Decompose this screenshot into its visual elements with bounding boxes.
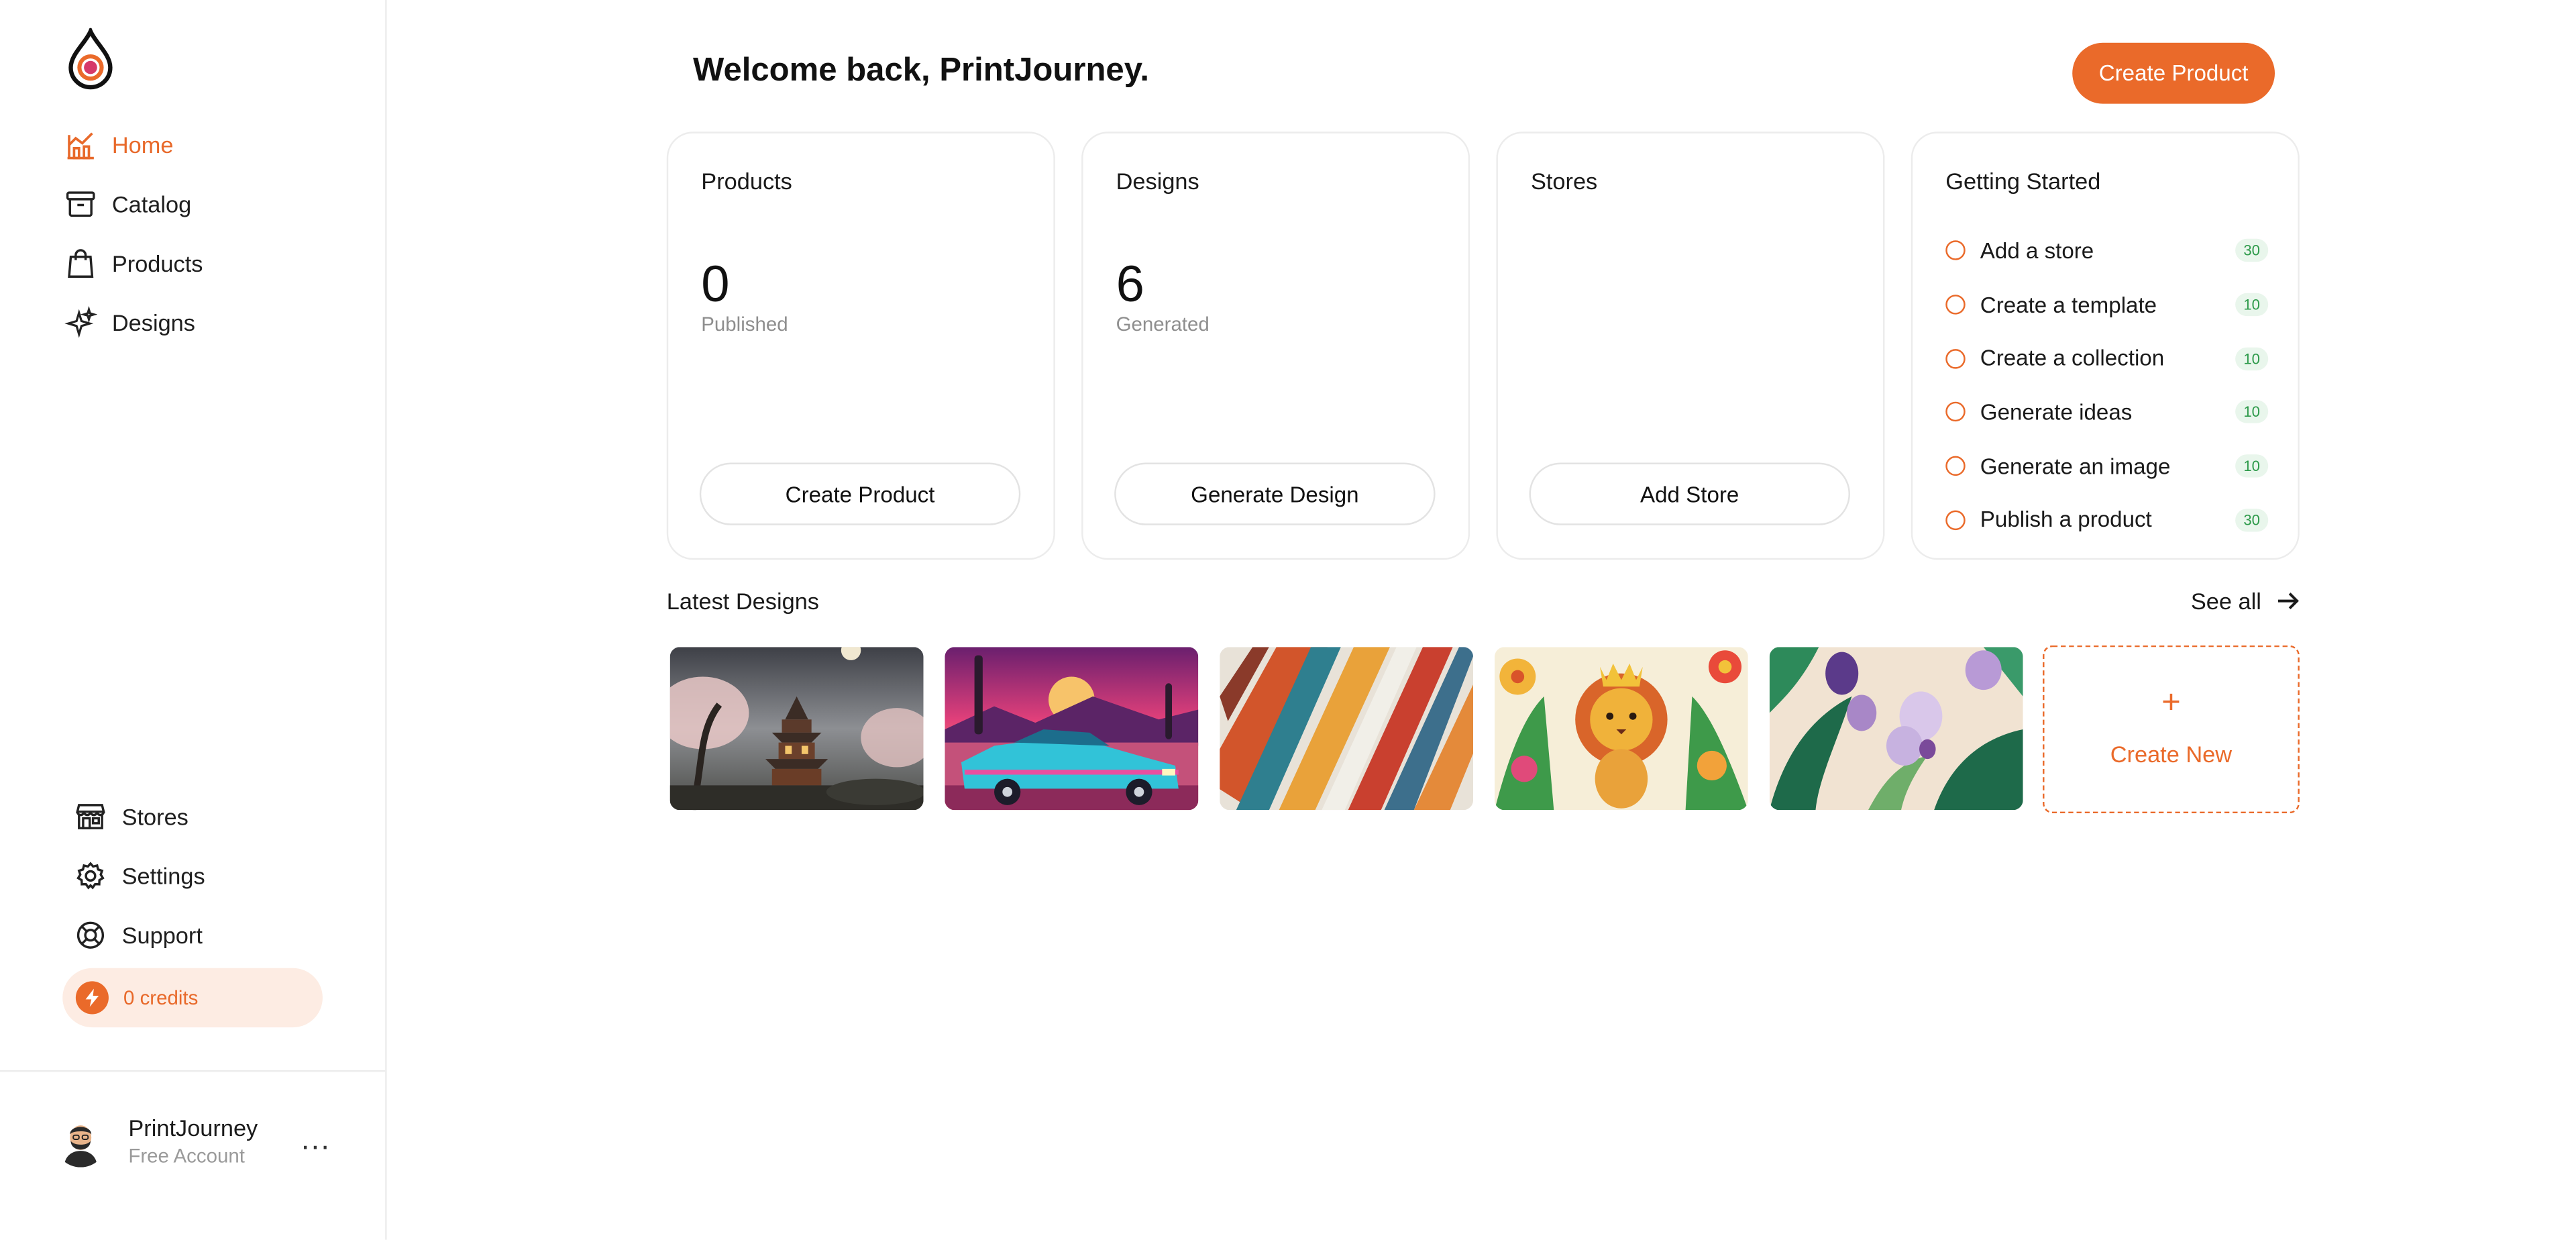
shopping-bag-icon <box>62 246 99 282</box>
checklist-item[interactable]: Generate an image 10 <box>1945 440 2269 493</box>
sidebar: Home Catalog Products Designs Stores Set… <box>0 0 387 1240</box>
unchecked-circle-icon <box>1945 402 1966 423</box>
checklist-label: Create a template <box>1980 292 2157 317</box>
nav-item-support[interactable]: Support <box>72 906 352 965</box>
stores-card-title: Stores <box>1530 168 1598 195</box>
products-card: Products 0 Published Create Product <box>666 132 1055 560</box>
nav-label-designs: Designs <box>111 309 195 336</box>
unchecked-circle-icon <box>1945 241 1966 261</box>
checklist-item[interactable]: Create a collection 10 <box>1945 331 2269 385</box>
main-nav: Home Catalog Products Designs <box>62 115 342 352</box>
generate-design-button[interactable]: Generate Design <box>1114 462 1436 525</box>
checklist-item[interactable]: Publish a product 30 <box>1945 493 2269 547</box>
unchecked-circle-icon <box>1945 510 1966 530</box>
points-badge: 10 <box>2235 347 2269 370</box>
checklist-label: Add a store <box>1980 238 2094 264</box>
create-new-label: Create New <box>2110 741 2233 768</box>
card-create-product-button[interactable]: Create Product <box>699 462 1021 525</box>
products-count-label: Published <box>701 313 788 336</box>
design-thumbnail-car[interactable] <box>945 647 1199 811</box>
unchecked-circle-icon <box>1945 456 1966 476</box>
see-all-link[interactable]: See all <box>2191 588 2299 614</box>
avatar <box>54 1115 107 1168</box>
products-count: 0 <box>701 255 730 313</box>
nav-item-home[interactable]: Home <box>62 115 342 174</box>
getting-started-list: Add a store 30 Create a template 10 Crea… <box>1945 224 2269 547</box>
plus-icon: + <box>2161 684 2181 721</box>
nav-item-products[interactable]: Products <box>62 234 342 293</box>
credits-label: 0 credits <box>123 986 199 1010</box>
designs-count-label: Generated <box>1116 313 1210 336</box>
lightning-icon <box>75 981 109 1015</box>
credits-pill[interactable]: 0 credits <box>62 968 323 1028</box>
see-all-label: See all <box>2190 587 2261 615</box>
sparkles-icon <box>62 305 99 341</box>
unchecked-circle-icon <box>1945 348 1966 368</box>
getting-started-title: Getting Started <box>1945 168 2101 195</box>
points-badge: 30 <box>2235 239 2269 262</box>
nav-item-settings[interactable]: Settings <box>72 846 352 905</box>
nav-item-stores[interactable]: Stores <box>72 787 352 846</box>
points-badge: 10 <box>2235 401 2269 424</box>
design-thumbnail-orchids[interactable] <box>1769 647 2023 811</box>
nav-item-catalog[interactable]: Catalog <box>62 174 342 234</box>
sidebar-divider <box>0 1070 386 1072</box>
create-product-button[interactable]: Create Product <box>2072 42 2275 104</box>
products-card-title: Products <box>701 168 792 195</box>
more-options-button[interactable]: ... <box>301 1125 331 1154</box>
points-badge: 10 <box>2235 454 2269 478</box>
checklist-label: Generate an image <box>1980 454 2171 479</box>
archive-box-icon <box>62 186 99 222</box>
page-title: Welcome back, PrintJourney. <box>693 52 1150 89</box>
home-chart-icon <box>62 127 99 163</box>
getting-started-card: Getting Started Add a store 30 Create a … <box>1911 132 2300 560</box>
checklist-item[interactable]: Generate ideas 10 <box>1945 385 2269 439</box>
create-new-design-button[interactable]: + Create New <box>2043 645 2300 814</box>
user-plan: Free Account <box>128 1144 245 1168</box>
user-name: PrintJourney <box>128 1115 258 1141</box>
logo-icon <box>66 25 115 91</box>
secondary-nav: Stores Settings Support <box>72 787 352 965</box>
checklist-label: Publish a product <box>1980 507 2152 533</box>
design-thumbnail-abstract[interactable] <box>1220 647 1474 811</box>
user-profile[interactable]: PrintJourney Free Account <box>54 1113 258 1169</box>
storefront-icon <box>72 798 109 835</box>
stores-card: Stores Add Store <box>1496 132 1885 560</box>
design-thumbnail-pagoda[interactable] <box>669 647 924 811</box>
points-badge: 30 <box>2235 508 2269 532</box>
designs-card-title: Designs <box>1116 168 1199 195</box>
nav-label-support: Support <box>121 922 203 949</box>
nav-label-settings: Settings <box>121 862 205 889</box>
nav-label-catalog: Catalog <box>111 191 192 217</box>
gear-icon <box>72 858 109 894</box>
lifebuoy-icon <box>72 917 109 953</box>
checklist-item[interactable]: Create a template 10 <box>1945 278 2269 331</box>
arrow-right-icon <box>2277 592 2299 610</box>
design-thumbnail-lion[interactable] <box>1494 647 1748 811</box>
points-badge: 10 <box>2235 293 2269 317</box>
designs-card: Designs 6 Generated Generate Design <box>1081 132 1470 560</box>
nav-label-products: Products <box>111 250 203 277</box>
checklist-item[interactable]: Add a store 30 <box>1945 224 2269 278</box>
nav-label-home: Home <box>111 132 174 158</box>
add-store-button[interactable]: Add Store <box>1529 462 1850 525</box>
nav-label-stores: Stores <box>121 803 189 830</box>
designs-count: 6 <box>1116 255 1144 313</box>
checklist-label: Create a collection <box>1980 346 2165 371</box>
unchecked-circle-icon <box>1945 295 1966 315</box>
checklist-label: Generate ideas <box>1980 400 2133 425</box>
nav-item-designs[interactable]: Designs <box>62 293 342 352</box>
latest-designs-heading: Latest Designs <box>666 587 819 615</box>
user-info: PrintJourney Free Account <box>128 1113 258 1169</box>
